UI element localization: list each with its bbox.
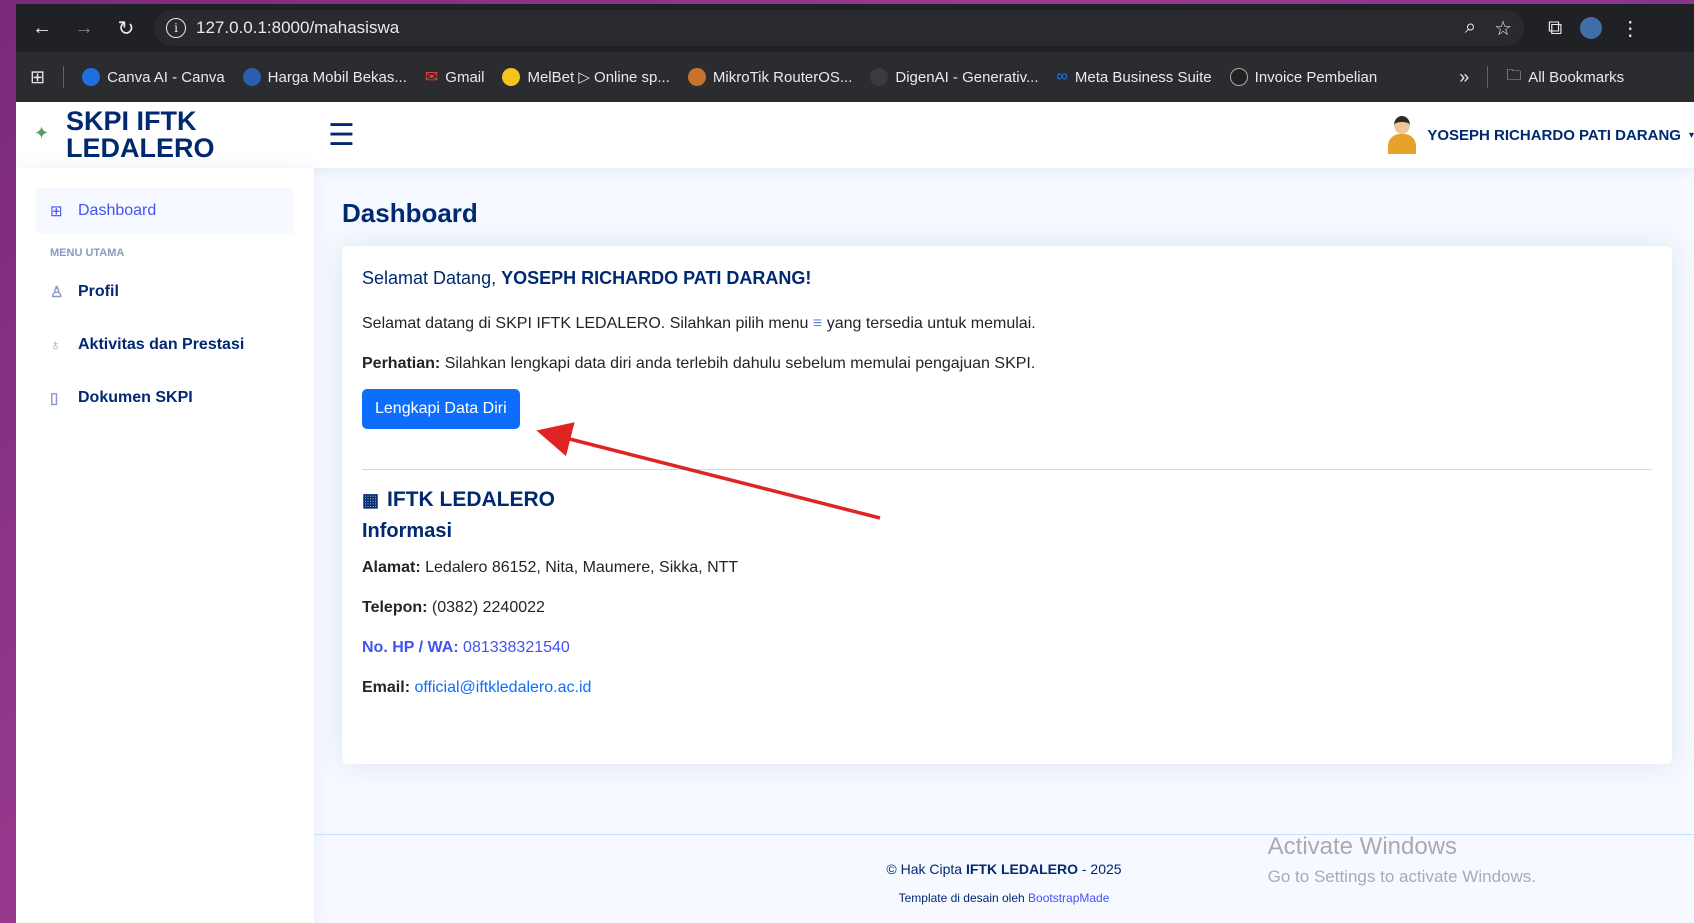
menu-toggle-icon[interactable]: ☰ [328, 118, 355, 153]
meta-icon: ∞ [1056, 68, 1068, 85]
sidebar: ⊞ Dashboard MENU UTAMA ♙ Profil ♁ Aktivi… [16, 168, 314, 923]
invoice-icon [1229, 68, 1248, 86]
sidebar-item-profil[interactable]: ♙ Profil [36, 269, 294, 315]
address-bar[interactable]: i 127.0.0.1:8000/mahasiswa ⌕ ☆ [154, 10, 1524, 46]
intro-text: Selamat datang di SKPI IFTK LEDALERO. Si… [362, 315, 1036, 332]
user-profile-dropdown[interactable]: YOSEPH RICHARDO PATI DARANG ▾ [1385, 116, 1694, 154]
org-heading: ▦ IFTK LEDALERO [362, 488, 556, 511]
notice-text: Perhatian: Silahkan lengkapi data diri a… [362, 355, 1036, 372]
award-icon: ♁ [50, 336, 62, 354]
profile-avatar-icon[interactable] [1580, 17, 1603, 39]
welcome-name: YOSEPH RICHARDO PATI DARANG! [501, 268, 812, 288]
digenai-icon [870, 68, 889, 86]
sidebar-item-dokumen[interactable]: ▯ Dokumen SKPI [36, 375, 294, 421]
divider [1487, 66, 1489, 88]
site-icon [242, 68, 261, 86]
info-heading: Informasi [362, 520, 453, 542]
welcome-message: Selamat Datang, YOSEPH RICHARDO PATI DAR… [362, 268, 812, 288]
building-icon: ▦ [362, 489, 380, 510]
address-url[interactable]: 127.0.0.1:8000/mahasiswa [196, 18, 1455, 38]
bookmark-item[interactable]: ✉ Gmail [425, 67, 485, 87]
logo-icon: ✦ [34, 123, 50, 143]
sidebar-heading: MENU UTAMA [50, 247, 125, 259]
address-line: Alamat: Ledalero 86152, Nita, Maumere, S… [362, 559, 739, 576]
divider [63, 66, 65, 88]
apps-grid-icon[interactable]: ⊞ [30, 67, 45, 88]
user-name: YOSEPH RICHARDO PATI DARANG [1427, 126, 1681, 144]
bookmark-item[interactable]: Canva AI - Canva [82, 68, 225, 86]
template-credit: Template di desain oleh BootstrapMade [898, 891, 1110, 905]
file-icon: ▯ [50, 390, 59, 407]
bookmark-item[interactable]: MikroTik RouterOS... [687, 68, 852, 86]
chevron-down-icon: ▾ [1688, 129, 1694, 141]
email-link[interactable]: official@iftkledalero.ac.id [414, 679, 591, 696]
bookmark-item[interactable]: Harga Mobil Bekas... [242, 68, 407, 86]
reload-icon[interactable]: ↻ [108, 10, 144, 46]
mikrotik-icon [687, 68, 706, 86]
canva-icon [82, 68, 101, 86]
bookmark-star-icon[interactable]: ☆ [1494, 16, 1512, 41]
bootstrapmade-link[interactable]: BootstrapMade [1028, 891, 1109, 905]
whatsapp-link[interactable]: No. HP / WA: 081338321540 [362, 639, 1652, 657]
browser-toolbar: ← → ↻ i 127.0.0.1:8000/mahasiswa ⌕ ☆ ⧉ ⋮ [16, 4, 1694, 52]
melbet-icon [502, 68, 521, 86]
more-bookmarks-icon[interactable]: » [1459, 67, 1469, 88]
complete-profile-button[interactable]: Lengkapi Data Diri [362, 389, 520, 429]
back-arrow-icon[interactable]: ← [24, 10, 60, 46]
grid-icon: ⊞ [50, 203, 63, 220]
folder-icon: 🗀 [1506, 66, 1522, 84]
brand-title: SKPI IFTK LEDALERO [66, 106, 215, 163]
bookmark-item[interactable]: ∞ Meta Business Suite [1057, 68, 1212, 86]
bookmark-item[interactable]: DigenAI - Generativ... [870, 68, 1039, 86]
page-title: Dashboard [342, 198, 478, 228]
person-icon: ♙ [50, 284, 64, 301]
brand-logo-link[interactable]: ✦ SKPI IFTK LEDALERO [16, 108, 316, 162]
phone-line: Telepon: (0382) 2240022 [362, 599, 545, 616]
activate-windows-watermark: Activate Windows Go to Settings to activ… [1267, 833, 1536, 886]
welcome-card: Selamat Datang, YOSEPH RICHARDO PATI DAR… [342, 246, 1672, 764]
divider [362, 469, 1652, 470]
gmail-icon: ✉ [424, 69, 439, 86]
sidebar-item-dashboard[interactable]: ⊞ Dashboard [36, 188, 294, 234]
extensions-icon[interactable]: ⧉ [1548, 17, 1562, 40]
email-line: Email: official@iftkledalero.ac.id [362, 679, 592, 696]
menu-icon: ≡ [812, 315, 823, 332]
bookmark-item[interactable]: MelBet ▷ Online sp... [502, 68, 670, 86]
sidebar-item-aktivitas[interactable]: ♁ Aktivitas dan Prestasi [36, 322, 294, 368]
all-bookmarks-button[interactable]: 🗀 All Bookmarks [1506, 65, 1624, 90]
bookmarks-bar: ⊞ Canva AI - Canva Harga Mobil Bekas... … [16, 52, 1694, 102]
app-header: ✦ SKPI IFTK LEDALERO ☰ YOSEPH RICHARDO P… [16, 102, 1694, 168]
zoom-icon[interactable]: ⌕ [1465, 16, 1476, 41]
browser-window: ← → ↻ i 127.0.0.1:8000/mahasiswa ⌕ ☆ ⧉ ⋮… [16, 4, 1694, 923]
main-content: Dashboard Selamat Datang, YOSEPH RICHARD… [314, 168, 1694, 923]
forward-arrow-icon[interactable]: → [66, 10, 102, 46]
site-info-icon[interactable]: i [166, 18, 186, 38]
avatar [1385, 116, 1419, 154]
browser-menu-icon[interactable]: ⋮ [1620, 16, 1640, 41]
bookmark-item[interactable]: Invoice Pembelian [1229, 68, 1377, 86]
